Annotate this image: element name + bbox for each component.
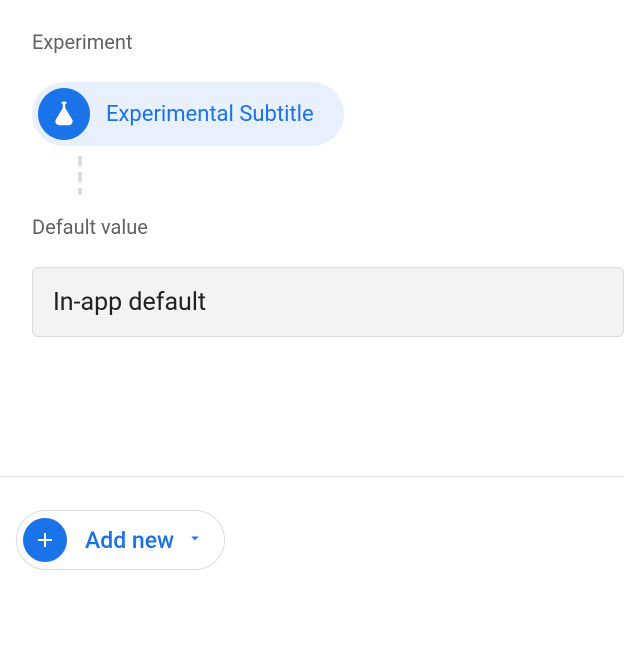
experiment-chip-label: Experimental Subtitle: [106, 102, 314, 127]
add-new-row: Add new: [16, 510, 225, 570]
footer-divider: [0, 476, 624, 477]
add-new-label: Add new: [85, 527, 174, 554]
default-value-section-label: Default value: [0, 195, 624, 239]
flask-icon: [38, 88, 90, 140]
plus-icon: [23, 518, 67, 562]
connector-line: [78, 156, 82, 195]
default-value-input-wrap: [0, 239, 624, 337]
experiment-section-label: Experiment: [0, 0, 624, 54]
experiment-chip-row: Experimental Subtitle: [0, 54, 624, 146]
chevron-down-icon: [186, 529, 204, 551]
experiment-chip[interactable]: Experimental Subtitle: [32, 82, 344, 146]
add-new-button[interactable]: Add new: [16, 510, 225, 570]
default-value-input[interactable]: [32, 267, 624, 337]
